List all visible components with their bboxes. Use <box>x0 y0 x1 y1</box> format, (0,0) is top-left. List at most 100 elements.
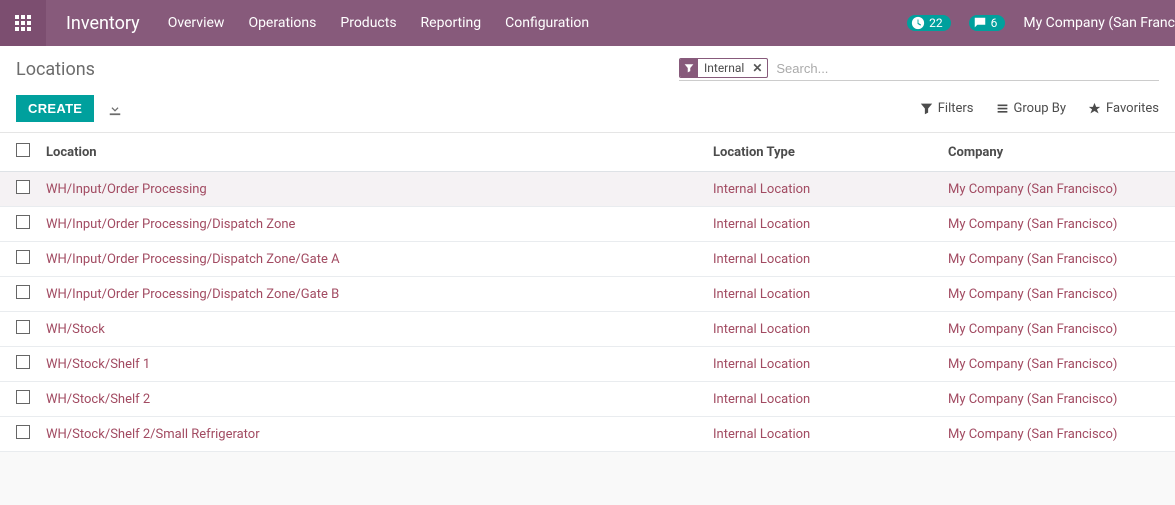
cell-company: My Company (San Francisco) <box>940 417 1175 452</box>
location-link[interactable]: WH/Stock <box>46 322 105 337</box>
cell-type: Internal Location <box>705 382 940 417</box>
funnel-icon <box>680 59 698 77</box>
apps-menu-button[interactable] <box>0 0 46 46</box>
company-link[interactable]: My Company (San Francisco) <box>948 427 1117 442</box>
type-link[interactable]: Internal Location <box>713 392 810 407</box>
cell-type: Internal Location <box>705 172 940 207</box>
company-link[interactable]: My Company (San Francisco) <box>948 392 1117 407</box>
table-row[interactable]: WH/Stock/Shelf 2/Small Refrigerator Inter… <box>0 417 1175 452</box>
cell-location: WH/Stock/Shelf 1 <box>38 347 705 382</box>
search-input[interactable] <box>774 59 1159 78</box>
row-select-cell <box>0 347 38 382</box>
company-link[interactable]: My Company (San Francisco) <box>948 252 1117 267</box>
type-link[interactable]: Internal Location <box>713 182 810 197</box>
cell-company: My Company (San Francisco) <box>940 277 1175 312</box>
location-link[interactable]: WH/Stock/Shelf 2/Small Refrigerator <box>46 427 260 442</box>
row-checkbox[interactable] <box>16 250 30 264</box>
cell-type: Internal Location <box>705 347 940 382</box>
row-checkbox[interactable] <box>16 390 30 404</box>
location-link[interactable]: WH/Input/Order Processing/Dispatch Zone/… <box>46 252 340 267</box>
row-select-cell <box>0 207 38 242</box>
cell-location: WH/Stock/Shelf 2 <box>38 382 705 417</box>
row-checkbox[interactable] <box>16 285 30 299</box>
location-link[interactable]: WH/Stock/Shelf 2 <box>46 392 150 407</box>
location-link[interactable]: WH/Stock/Shelf 1 <box>46 357 150 372</box>
control-panel: Locations Internal ✕ CREATE Filters <box>0 46 1175 133</box>
cell-type: Internal Location <box>705 207 940 242</box>
search-facet-remove[interactable]: ✕ <box>750 59 767 77</box>
company-link[interactable]: My Company (San Francisco) <box>948 217 1117 232</box>
row-select-cell <box>0 277 38 312</box>
company-link[interactable]: My Company (San Francisco) <box>948 287 1117 302</box>
row-checkbox[interactable] <box>16 425 30 439</box>
nav-overview[interactable]: Overview <box>168 15 225 31</box>
favorites-label: Favorites <box>1106 101 1159 116</box>
type-link[interactable]: Internal Location <box>713 322 810 337</box>
star-icon <box>1088 102 1101 115</box>
type-link[interactable]: Internal Location <box>713 217 810 232</box>
navbar: Inventory Overview Operations Products R… <box>0 0 1175 46</box>
table-row[interactable]: WH/Input/Order Processing/Dispatch Zone/… <box>0 277 1175 312</box>
header-company[interactable]: Company <box>940 133 1175 172</box>
search-facet-internal: Internal ✕ <box>679 58 768 78</box>
favorites-dropdown[interactable]: Favorites <box>1088 101 1159 116</box>
export-button[interactable] <box>108 102 122 116</box>
company-switcher[interactable]: My Company (San Franc <box>1023 15 1175 31</box>
company-link[interactable]: My Company (San Francisco) <box>948 182 1117 197</box>
table-row[interactable]: WH/Stock/Shelf 2 Internal Location My Comp… <box>0 382 1175 417</box>
type-link[interactable]: Internal Location <box>713 287 810 302</box>
cell-location: WH/Stock <box>38 312 705 347</box>
nav-configuration[interactable]: Configuration <box>505 15 589 31</box>
location-link[interactable]: WH/Input/Order Processing <box>46 182 207 197</box>
table-row[interactable]: WH/Stock/Shelf 1 Internal Location My Comp… <box>0 347 1175 382</box>
discuss-button[interactable]: 6 <box>969 15 1006 31</box>
cell-type: Internal Location <box>705 277 940 312</box>
row-checkbox[interactable] <box>16 215 30 229</box>
table-row[interactable]: WH/Stock Internal Location My Company (San… <box>0 312 1175 347</box>
create-button[interactable]: CREATE <box>16 95 94 122</box>
cell-location: WH/Input/Order Processing/Dispatch Zone/… <box>38 277 705 312</box>
page-title: Locations <box>16 59 95 80</box>
header-location[interactable]: Location <box>38 133 705 172</box>
groupby-dropdown[interactable]: Group By <box>996 101 1067 116</box>
cell-type: Internal Location <box>705 417 940 452</box>
company-link[interactable]: My Company (San Francisco) <box>948 322 1117 337</box>
cell-company: My Company (San Francisco) <box>940 172 1175 207</box>
table-row[interactable]: WH/Input/Order Processing Internal Locati… <box>0 172 1175 207</box>
cell-location: WH/Input/Order Processing/Dispatch Zone/… <box>38 242 705 277</box>
table-row[interactable]: WH/Input/Order Processing/Dispatch Zone/… <box>0 242 1175 277</box>
nav-products[interactable]: Products <box>340 15 396 31</box>
app-brand[interactable]: Inventory <box>46 13 168 34</box>
activities-button[interactable]: 22 <box>907 15 951 31</box>
grid-icon <box>15 15 31 31</box>
row-checkbox[interactable] <box>16 180 30 194</box>
type-link[interactable]: Internal Location <box>713 252 810 267</box>
row-select-cell <box>0 417 38 452</box>
cell-location: WH/Input/Order Processing <box>38 172 705 207</box>
row-checkbox[interactable] <box>16 355 30 369</box>
filters-dropdown[interactable]: Filters <box>920 101 974 116</box>
cell-company: My Company (San Francisco) <box>940 382 1175 417</box>
header-type[interactable]: Location Type <box>705 133 940 172</box>
locations-table: Location Location Type Company WH/Input/… <box>0 133 1175 452</box>
discuss-count: 6 <box>991 16 998 30</box>
search-box[interactable]: Internal ✕ <box>679 58 1159 81</box>
activities-count: 22 <box>929 16 943 30</box>
filters-label: Filters <box>938 101 974 116</box>
cell-company: My Company (San Francisco) <box>940 347 1175 382</box>
type-link[interactable]: Internal Location <box>713 427 810 442</box>
chat-icon <box>973 16 987 30</box>
row-checkbox[interactable] <box>16 320 30 334</box>
location-link[interactable]: WH/Input/Order Processing/Dispatch Zone/… <box>46 287 339 302</box>
company-link[interactable]: My Company (San Francisco) <box>948 357 1117 372</box>
table-row[interactable]: WH/Input/Order Processing/Dispatch Zone I… <box>0 207 1175 242</box>
list-icon <box>996 102 1009 115</box>
nav-reporting[interactable]: Reporting <box>421 15 482 31</box>
row-select-cell <box>0 312 38 347</box>
search-facet-label: Internal <box>698 59 750 77</box>
location-link[interactable]: WH/Input/Order Processing/Dispatch Zone <box>46 217 295 232</box>
type-link[interactable]: Internal Location <box>713 357 810 372</box>
nav-operations[interactable]: Operations <box>248 15 316 31</box>
cell-type: Internal Location <box>705 242 940 277</box>
select-all-checkbox[interactable] <box>16 143 30 157</box>
